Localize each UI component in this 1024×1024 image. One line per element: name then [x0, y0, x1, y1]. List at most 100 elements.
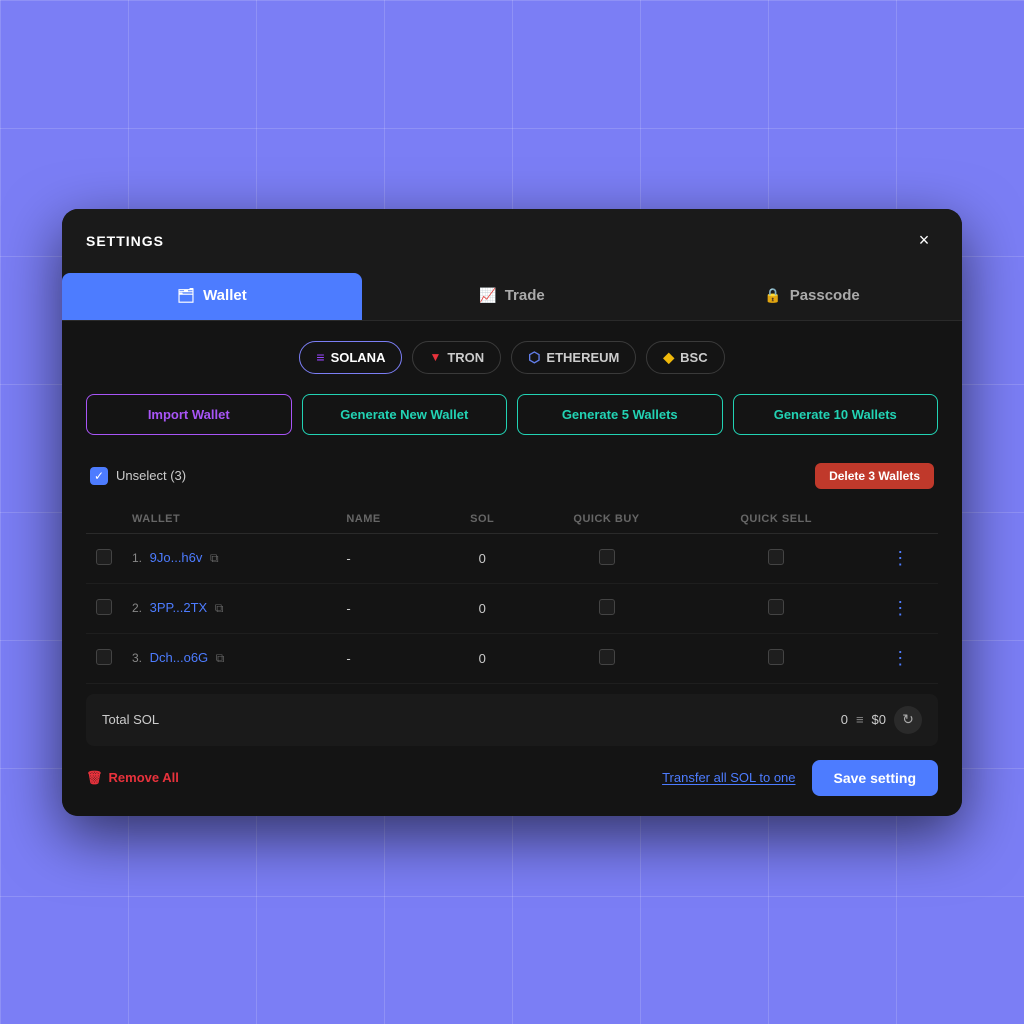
bottom-right-actions: Transfer all SOL to one Save setting	[662, 760, 938, 796]
modal-header: SETTINGS ×	[62, 209, 962, 273]
table-row: 3. Dch...o6G ⧉ - 0 ⋮	[86, 633, 938, 683]
tron-label: TRON	[447, 350, 484, 365]
row-checkbox[interactable]	[96, 549, 112, 565]
network-tron[interactable]: ▼ TRON	[412, 341, 501, 374]
copy-icon[interactable]: ⧉	[210, 551, 219, 565]
row-quick-sell[interactable]	[689, 533, 864, 583]
total-bar: Total SOL 0 ≡ $0 ↻	[86, 694, 938, 746]
quick-buy-checkbox[interactable]	[599, 649, 615, 665]
row-checkbox-cell[interactable]	[86, 633, 122, 683]
usd-value: $0	[872, 712, 886, 727]
row-sol: 0	[440, 583, 524, 633]
network-bsc[interactable]: ◆ BSC	[646, 341, 724, 374]
bottom-row: 🗑 Remove All Transfer all SOL to one Sav…	[86, 760, 938, 796]
refresh-button[interactable]: ↻	[894, 706, 922, 734]
transfer-button[interactable]: Transfer all SOL to one	[662, 770, 795, 785]
more-dots-icon[interactable]: ⋮	[891, 598, 910, 618]
row-wallet-address: 3. Dch...o6G ⧉	[122, 633, 336, 683]
bsc-label: BSC	[680, 350, 707, 365]
quick-sell-checkbox[interactable]	[768, 599, 784, 615]
row-number: 2.	[132, 601, 142, 615]
tab-passcode[interactable]: 🔒 Passcode	[662, 273, 962, 320]
row-sol: 0	[440, 633, 524, 683]
tab-wallet-label: Wallet	[203, 287, 247, 304]
col-quick-sell: QUICK SELL	[689, 505, 864, 534]
eth-label: ETHEREUM	[546, 350, 619, 365]
solana-icon: ≡	[316, 349, 324, 365]
row-wallet-address: 1. 9Jo...h6v ⧉	[122, 533, 336, 583]
delete-wallets-button[interactable]: Delete 3 Wallets	[815, 463, 934, 489]
wallet-address-link[interactable]: 3PP...2TX	[150, 600, 208, 615]
unselect-section[interactable]: ✓ Unselect (3)	[90, 467, 186, 485]
network-solana[interactable]: ≡ SOLANA	[299, 341, 402, 374]
col-quick-buy: QUICK BUY	[524, 505, 689, 534]
generate-new-wallet-button[interactable]: Generate New Wallet	[302, 394, 508, 435]
row-number: 3.	[132, 651, 142, 665]
save-setting-button[interactable]: Save setting	[812, 760, 938, 796]
quick-buy-checkbox[interactable]	[599, 599, 615, 615]
row-quick-sell[interactable]	[689, 583, 864, 633]
generate-5-wallets-button[interactable]: Generate 5 Wallets	[517, 394, 723, 435]
copy-icon[interactable]: ⧉	[215, 601, 224, 615]
bsc-icon: ◆	[663, 349, 674, 366]
quick-sell-checkbox[interactable]	[768, 649, 784, 665]
main-content: ≡ SOLANA ▼ TRON ⬡ ETHEREUM ◆ BSC Import …	[62, 321, 962, 816]
remove-all-button[interactable]: 🗑 Remove All	[86, 770, 179, 786]
more-dots-icon[interactable]: ⋮	[891, 648, 910, 668]
row-quick-buy[interactable]	[524, 533, 689, 583]
quick-buy-checkbox[interactable]	[599, 549, 615, 565]
tab-bar: 🗂 Wallet 📈 Trade 🔒 Passcode	[62, 273, 962, 321]
eth-icon: ⬡	[528, 349, 540, 366]
more-dots-icon[interactable]: ⋮	[891, 548, 910, 568]
total-value: 0	[841, 712, 848, 727]
action-buttons-row: Import Wallet Generate New Wallet Genera…	[86, 394, 938, 435]
total-right: 0 ≡ $0 ↻	[841, 706, 922, 734]
sol-badge: ≡	[856, 712, 864, 727]
row-name: -	[336, 633, 440, 683]
table-row: 2. 3PP...2TX ⧉ - 0 ⋮	[86, 583, 938, 633]
unselect-icon: ✓	[90, 467, 108, 485]
table-row: 1. 9Jo...h6v ⧉ - 0 ⋮	[86, 533, 938, 583]
row-more-menu[interactable]: ⋮	[864, 633, 938, 683]
trade-tab-icon: 📈	[479, 287, 496, 304]
passcode-tab-icon: 🔒	[764, 287, 781, 304]
col-name: NAME	[336, 505, 440, 534]
row-more-menu[interactable]: ⋮	[864, 533, 938, 583]
col-menu	[864, 505, 938, 534]
row-more-menu[interactable]: ⋮	[864, 583, 938, 633]
unselect-label: Unselect (3)	[116, 468, 186, 483]
tab-passcode-label: Passcode	[790, 287, 860, 304]
col-check	[86, 505, 122, 534]
row-checkbox-cell[interactable]	[86, 533, 122, 583]
row-checkbox[interactable]	[96, 649, 112, 665]
wallet-address-link[interactable]: Dch...o6G	[150, 650, 209, 665]
row-name: -	[336, 533, 440, 583]
col-sol: SOL	[440, 505, 524, 534]
row-checkbox-cell[interactable]	[86, 583, 122, 633]
quick-sell-checkbox[interactable]	[768, 549, 784, 565]
wallet-tab-icon: 🗂	[177, 287, 195, 304]
row-quick-buy[interactable]	[524, 583, 689, 633]
network-ethereum[interactable]: ⬡ ETHEREUM	[511, 341, 636, 374]
row-checkbox[interactable]	[96, 599, 112, 615]
settings-modal: SETTINGS × 🗂 Wallet 📈 Trade 🔒 Passcode ≡…	[62, 209, 962, 816]
tab-wallet[interactable]: 🗂 Wallet	[62, 273, 362, 320]
import-wallet-button[interactable]: Import Wallet	[86, 394, 292, 435]
copy-icon[interactable]: ⧉	[216, 651, 225, 665]
row-number: 1.	[132, 551, 142, 565]
wallet-address-link[interactable]: 9Jo...h6v	[150, 550, 203, 565]
row-quick-sell[interactable]	[689, 633, 864, 683]
generate-10-wallets-button[interactable]: Generate 10 Wallets	[733, 394, 939, 435]
close-button[interactable]: ×	[910, 227, 938, 255]
row-quick-buy[interactable]	[524, 633, 689, 683]
total-label: Total SOL	[102, 712, 159, 727]
row-sol: 0	[440, 533, 524, 583]
tab-trade-label: Trade	[505, 287, 545, 304]
trash-icon: 🗑	[86, 770, 103, 786]
row-wallet-address: 2. 3PP...2TX ⧉	[122, 583, 336, 633]
row-name: -	[336, 583, 440, 633]
select-bar: ✓ Unselect (3) Delete 3 Wallets	[86, 453, 938, 499]
tab-trade[interactable]: 📈 Trade	[362, 273, 662, 320]
modal-title: SETTINGS	[86, 233, 164, 249]
tron-icon: ▼	[429, 350, 441, 364]
